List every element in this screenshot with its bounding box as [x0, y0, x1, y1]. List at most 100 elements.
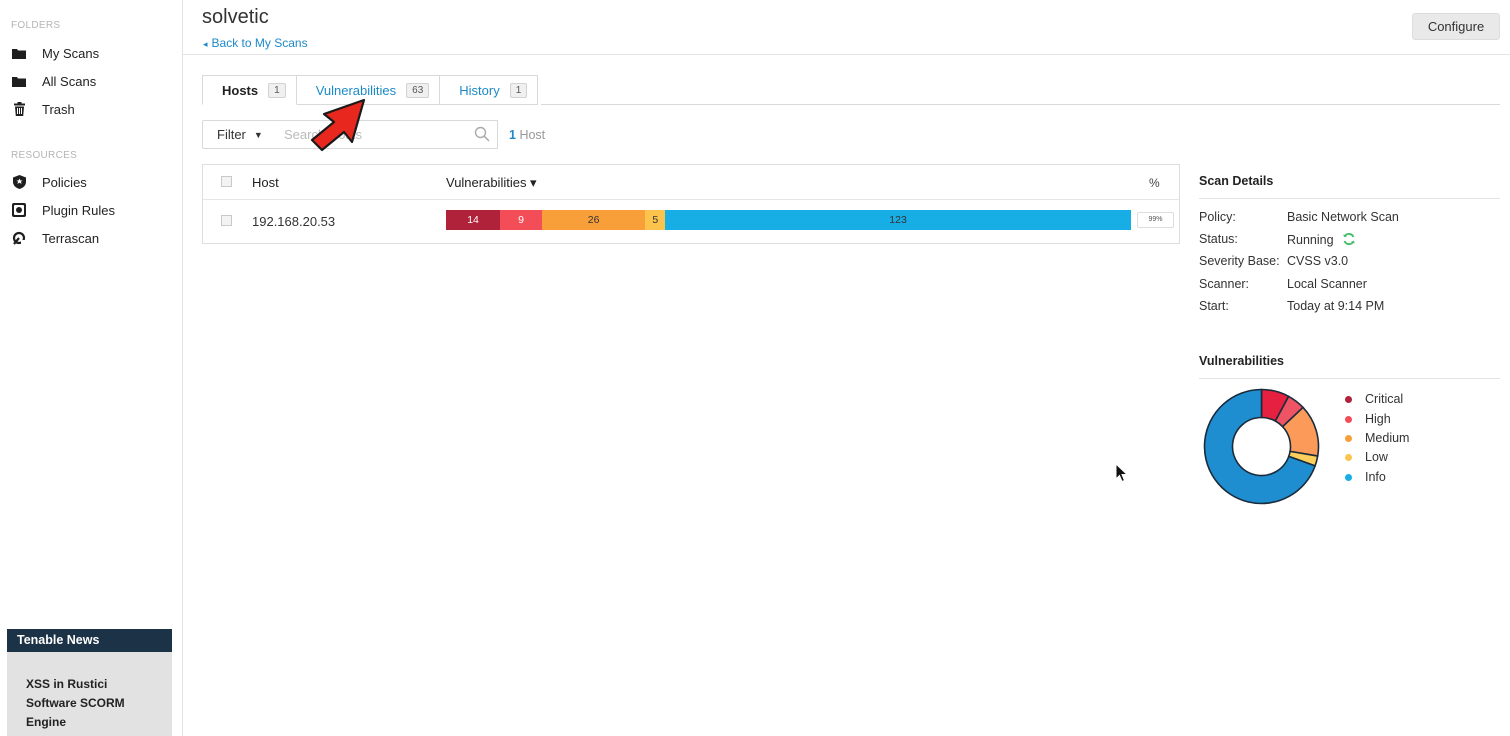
severity-segment-high[interactable]: 9: [500, 210, 542, 230]
sidebar-item-label: Terrascan: [42, 230, 100, 246]
host-count: 1 Host: [509, 128, 545, 142]
progress-percent-badge: 99%: [1137, 212, 1174, 228]
folder-icon: [12, 46, 26, 60]
news-title: Tenable News: [7, 629, 172, 652]
configure-button[interactable]: Configure: [1412, 13, 1500, 40]
severity-segment-critical[interactable]: 14: [446, 210, 501, 230]
detail-value: Basic Network Scan: [1287, 210, 1399, 224]
column-header-host[interactable]: Host: [252, 175, 279, 190]
sidebar-item-label: Policies: [42, 174, 87, 190]
page-title: solvetic: [202, 6, 269, 28]
vulnerabilities-chart-title: Vulnerabilities: [1199, 354, 1284, 368]
table-row[interactable]: 192.168.20.53 14 9 26 5 123 99%: [203, 200, 1179, 243]
tab-count-badge: 1: [509, 82, 528, 98]
sidebar: FOLDERS My Scans All Scans Trash RESOURC…: [0, 0, 183, 736]
detail-row-severity-base: Severity Base: CVSS v3.0: [1199, 254, 1499, 274]
scan-details-title: Scan Details: [1199, 174, 1274, 188]
legend-item-high: High: [1345, 410, 1391, 428]
detail-key: Severity Base:: [1199, 254, 1280, 268]
resources-heading: RESOURCES: [11, 150, 78, 161]
vulnerabilities-divider: [1199, 378, 1500, 379]
annotation-arrow-icon: [310, 98, 366, 152]
row-checkbox[interactable]: [221, 215, 232, 226]
legend-dot: [1345, 473, 1352, 481]
hosts-table: Host Vulnerabilities ▾ % 192.168.20.53 1…: [202, 164, 1180, 244]
tab-label: History: [459, 82, 500, 98]
sidebar-item-plugin-rules[interactable]: Plugin Rules: [0, 196, 115, 224]
scan-details-divider: [1199, 198, 1500, 199]
legend-label: High: [1365, 412, 1391, 426]
sidebar-item-policies[interactable]: Policies: [0, 168, 87, 196]
detail-key: Policy:: [1199, 210, 1236, 224]
refresh-icon[interactable]: [1342, 232, 1356, 246]
legend-dot: [1345, 453, 1352, 461]
folder-icon: [12, 74, 26, 88]
detail-row-policy: Policy: Basic Network Scan: [1199, 210, 1499, 230]
severity-segment-info[interactable]: 123: [665, 210, 1131, 230]
legend-item-critical: Critical: [1345, 390, 1403, 408]
folders-heading: FOLDERS: [11, 20, 61, 31]
severity-bar[interactable]: 14 9 26 5 123: [446, 210, 1131, 230]
sidebar-item-label: Trash: [42, 101, 75, 117]
host-ip[interactable]: 192.168.20.53: [252, 214, 335, 229]
terrascan-icon: [12, 231, 26, 245]
detail-value: CVSS v3.0: [1287, 254, 1349, 268]
tenable-news-panel: Tenable News XSS in Rustici Software SCO…: [7, 629, 172, 736]
detail-value: Local Scanner: [1287, 277, 1367, 291]
mouse-cursor-icon: [1115, 463, 1129, 483]
caret-down-icon: ▼: [253, 129, 263, 140]
detail-row-start: Start: Today at 9:14 PM: [1199, 299, 1499, 319]
detail-status-value: Running: [1287, 232, 1356, 247]
shield-icon: [12, 175, 26, 189]
chevron-left-icon: ◂: [203, 39, 208, 49]
severity-segment-low[interactable]: 5: [645, 210, 666, 230]
trash-icon: [12, 102, 26, 116]
detail-key: Scanner:: [1199, 277, 1250, 291]
legend-label: Low: [1365, 450, 1388, 464]
filter-dropdown-button[interactable]: Filter ▼: [202, 120, 275, 149]
filter-label: Filter: [217, 127, 246, 142]
sidebar-item-terrascan[interactable]: Terrascan: [0, 224, 99, 252]
sidebar-item-label: My Scans: [42, 45, 100, 61]
legend-label: Info: [1365, 470, 1386, 484]
tab-bar: Hosts 1 Vulnerabilities 63 History 1: [202, 75, 539, 105]
column-header-vulnerabilities[interactable]: Vulnerabilities ▾: [446, 175, 537, 191]
column-header-percent[interactable]: %: [1149, 176, 1160, 190]
sidebar-item-label: Plugin Rules: [42, 202, 115, 218]
legend-item-medium: Medium: [1345, 429, 1409, 447]
sidebar-item-trash[interactable]: Trash: [0, 95, 75, 123]
legend-item-low: Low: [1345, 448, 1388, 466]
sidebar-item-my-scans[interactable]: My Scans: [0, 39, 99, 67]
legend-item-info: Info: [1345, 468, 1386, 486]
tab-count-badge: 63: [406, 82, 430, 98]
sidebar-item-all-scans[interactable]: All Scans: [0, 67, 96, 95]
host-count-label: Host: [519, 128, 546, 142]
tab-hosts[interactable]: Hosts 1: [202, 75, 297, 105]
severity-segment-medium[interactable]: 26: [541, 210, 646, 230]
legend-label: Critical: [1365, 392, 1404, 406]
vulnerabilities-donut-chart[interactable]: [1203, 388, 1320, 505]
news-headline-link[interactable]: XSS in Rustici Software SCORM Engine: [7, 652, 127, 732]
tabs-divider: [541, 104, 1500, 105]
tab-count-badge: 1: [268, 82, 286, 98]
plugin-icon: [12, 203, 26, 217]
legend-label: Medium: [1365, 431, 1410, 445]
legend-dot: [1345, 395, 1352, 403]
tab-label: Hosts: [222, 82, 259, 98]
table-header-row: Host Vulnerabilities ▾ %: [203, 165, 1179, 200]
sidebar-item-label: All Scans: [42, 73, 97, 89]
legend-dot: [1345, 415, 1352, 423]
legend-dot: [1345, 434, 1352, 442]
header-divider: [183, 54, 1510, 55]
back-to-my-scans-link[interactable]: ◂ Back to My Scans: [203, 36, 308, 50]
back-link-label: Back to My Scans: [211, 36, 308, 50]
tab-history[interactable]: History 1: [440, 75, 539, 105]
detail-key: Status:: [1199, 232, 1238, 246]
detail-value: Today at 9:14 PM: [1287, 299, 1385, 313]
search-icon[interactable]: [474, 126, 490, 142]
detail-key: Start:: [1199, 299, 1229, 313]
host-count-number: 1: [509, 128, 516, 142]
detail-row-scanner: Scanner: Local Scanner: [1199, 277, 1499, 297]
select-all-checkbox[interactable]: [221, 176, 232, 187]
detail-value: Running: [1287, 233, 1334, 247]
